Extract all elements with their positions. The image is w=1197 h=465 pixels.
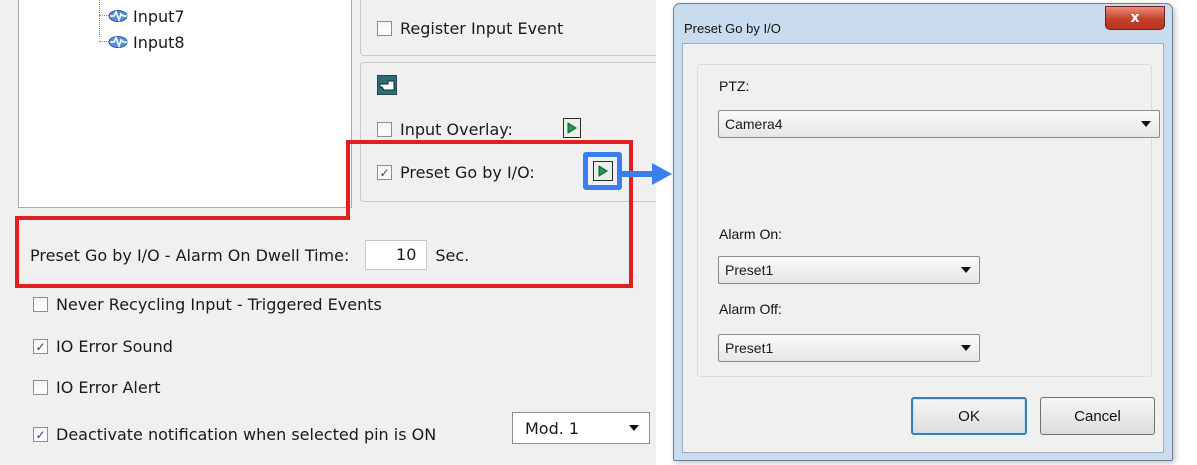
never-recycling-option[interactable]: Never Recycling Input - Triggered Events — [33, 295, 382, 314]
alarm-off-select[interactable]: Preset1 — [718, 334, 980, 362]
alarm-off-select-value: Preset1 — [725, 340, 774, 356]
io-error-alert-label: IO Error Alert — [56, 378, 161, 397]
tree-item-label: Input8 — [133, 32, 185, 52]
dwell-time-input[interactable]: 10 — [365, 240, 428, 270]
close-icon: x — [1130, 10, 1140, 26]
io-error-alert-checkbox[interactable] — [33, 380, 48, 395]
deactivate-notification-label: Deactivate notification when selected pi… — [56, 425, 437, 444]
pointer-hand-icon[interactable] — [377, 75, 397, 95]
dialog-client-area: PTZ: Camera4 Alarm On: Preset1 Alarm Off… — [682, 43, 1164, 453]
register-input-event-checkbox[interactable] — [377, 21, 392, 36]
alarm-on-select-value: Preset1 — [725, 262, 774, 278]
io-wave-icon — [108, 36, 128, 49]
never-recycling-checkbox[interactable] — [33, 297, 48, 312]
input-tree: Input7 Input8 — [18, 0, 352, 208]
ptz-select[interactable]: Camera4 — [718, 110, 1160, 138]
tree-item-label: Input7 — [133, 6, 185, 26]
dwell-time-unit: Sec. — [435, 245, 470, 265]
deactivate-notification-checkbox[interactable]: ✓ — [33, 427, 48, 442]
input-overlay-settings-button[interactable] — [563, 118, 581, 138]
io-error-sound-label: IO Error Sound — [56, 337, 173, 356]
ptz-label: PTZ: — [719, 78, 750, 94]
mod-select[interactable]: Mod. 1 — [512, 412, 650, 444]
cancel-button[interactable]: Cancel — [1040, 397, 1155, 435]
never-recycling-label: Never Recycling Input - Triggered Events — [56, 295, 382, 314]
dwell-time-label: Preset Go by I/O - Alarm On Dwell Time: — [30, 245, 350, 265]
dwell-time-row: Preset Go by I/O - Alarm On Dwell Time: … — [30, 240, 469, 270]
tree-item-input7[interactable]: Input7 — [99, 5, 185, 27]
input-overlay-checkbox[interactable] — [377, 122, 392, 137]
deactivate-notification-option[interactable]: ✓ Deactivate notification when selected … — [33, 425, 436, 444]
io-wave-icon — [108, 10, 128, 23]
dialog-title: Preset Go by I/O — [684, 21, 781, 36]
io-error-alert-option[interactable]: IO Error Alert — [33, 378, 161, 397]
io-error-sound-option[interactable]: ✓ IO Error Sound — [33, 337, 173, 356]
chevron-down-icon — [961, 267, 971, 273]
alarm-on-select[interactable]: Preset1 — [718, 256, 980, 284]
input-overlay-option[interactable]: Input Overlay: — [377, 120, 513, 139]
hand-icon — [379, 80, 395, 91]
register-input-event-label: Register Input Event — [400, 19, 564, 38]
arrow-right-icon — [622, 163, 672, 185]
mod-select-value: Mod. 1 — [525, 418, 580, 438]
register-input-event-option[interactable]: Register Input Event — [377, 19, 563, 38]
alarm-off-label: Alarm Off: — [719, 301, 782, 317]
input-overlay-label: Input Overlay: — [400, 120, 513, 139]
preset-go-by-io-dialog: Preset Go by I/O x PTZ: Camera4 Alarm On… — [673, 3, 1173, 461]
chevron-down-icon — [961, 345, 971, 351]
io-settings-panel: Input7 Input8 Register Input Event Input… — [0, 0, 656, 465]
close-button[interactable]: x — [1105, 6, 1165, 30]
io-error-sound-checkbox[interactable]: ✓ — [33, 339, 48, 354]
highlight-red-frame — [346, 140, 633, 220]
chevron-down-icon — [1141, 121, 1151, 127]
play-icon — [567, 122, 577, 134]
alarm-on-label: Alarm On: — [719, 226, 783, 242]
chevron-down-icon — [629, 425, 639, 431]
tree-item-input8[interactable]: Input8 — [99, 31, 185, 53]
ok-button[interactable]: OK — [911, 397, 1027, 435]
ptz-select-value: Camera4 — [725, 116, 783, 132]
